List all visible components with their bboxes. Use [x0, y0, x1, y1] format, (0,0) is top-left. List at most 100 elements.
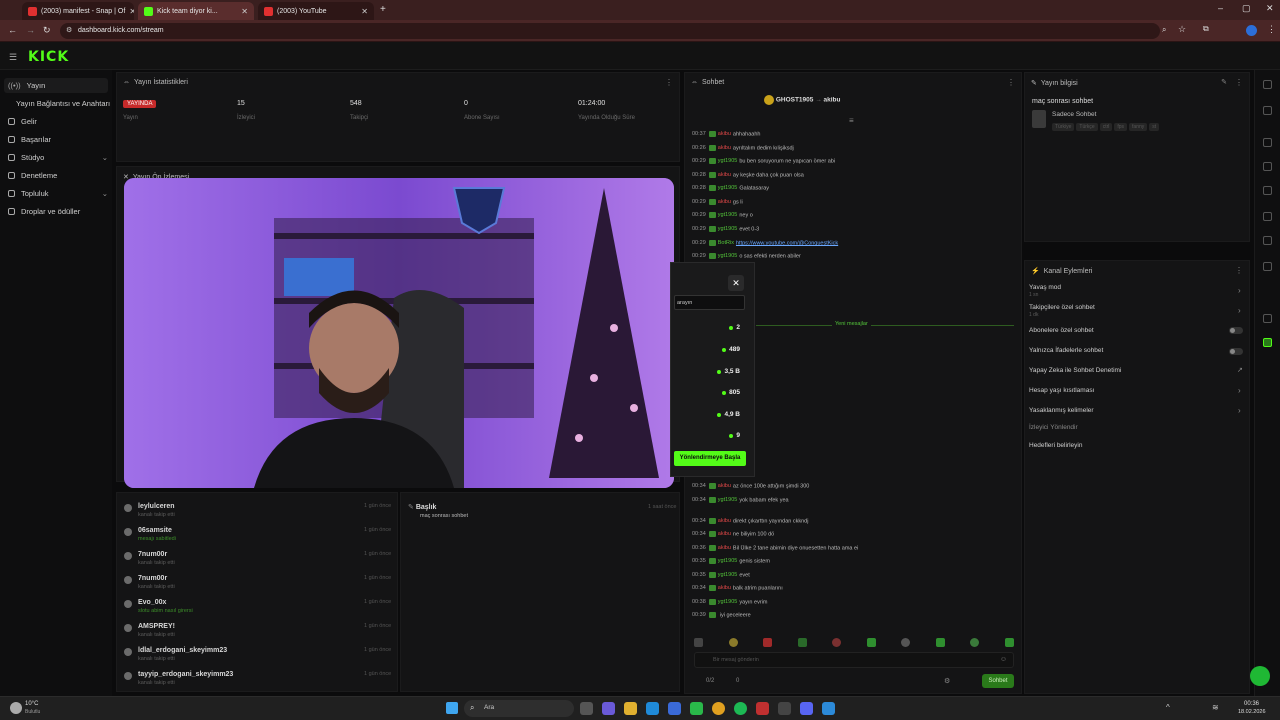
chevron-right-icon[interactable]: ›: [1238, 406, 1241, 415]
kick-logo[interactable]: KICK: [28, 49, 69, 65]
emote-icon[interactable]: [832, 638, 842, 647]
external-link-icon[interactable]: ↗: [1237, 366, 1243, 374]
raid-search-input[interactable]: arayın: [674, 295, 745, 310]
raid-row[interactable]: 489: [722, 346, 740, 353]
minimize-icon[interactable]: –: [1218, 3, 1223, 13]
tool-icon[interactable]: [1263, 262, 1272, 271]
emote-only-toggle[interactable]: [1229, 348, 1243, 355]
file-explorer-icon[interactable]: [624, 702, 637, 715]
emote-icon[interactable]: [935, 638, 945, 647]
raid-row[interactable]: 805: [722, 389, 740, 396]
extensions-icon[interactable]: ⧉: [1203, 24, 1209, 34]
tool-icon[interactable]: [1263, 138, 1272, 147]
stream-video[interactable]: [124, 178, 674, 488]
chat-input[interactable]: Bir mesaj gönderin ☺: [694, 652, 1014, 668]
tool-icon[interactable]: [1263, 162, 1272, 171]
taskbar-search[interactable]: ⌕ Ara: [464, 700, 574, 717]
tab-kick[interactable]: Kick team diyor ki... ✕: [138, 2, 254, 20]
emote-icon[interactable]: [970, 638, 980, 647]
edge-icon[interactable]: [646, 702, 659, 715]
whatsapp-icon[interactable]: [690, 702, 703, 715]
terminal-icon[interactable]: [778, 702, 791, 715]
slow-mode-item[interactable]: Yavaş mod 1 sn: [1029, 284, 1061, 298]
tab-youtube[interactable]: (2003) YouTube ✕: [258, 2, 374, 20]
close-icon[interactable]: ✕: [361, 7, 368, 16]
emote-icon[interactable]: [1004, 638, 1014, 647]
ai-moderation-item[interactable]: Yapay Zeka ile Sohbet Denetimi: [1029, 367, 1121, 374]
tray-chevron-icon[interactable]: ^: [1166, 703, 1170, 712]
store-icon[interactable]: [668, 702, 681, 715]
forward-icon[interactable]: →: [26, 25, 35, 35]
raid-row[interactable]: 2: [729, 324, 740, 331]
raid-row[interactable]: 9: [729, 432, 740, 439]
sidebar-item-studio[interactable]: Stüdyo ⌄: [8, 150, 108, 165]
sidebar-item-community[interactable]: Topluluk ⌄: [8, 186, 108, 201]
app-icon[interactable]: [756, 702, 769, 715]
start-button-icon[interactable]: [446, 702, 458, 714]
more-icon[interactable]: ⋮: [1235, 266, 1243, 275]
back-icon[interactable]: ←: [8, 25, 17, 35]
site-info-icon[interactable]: ⚙: [66, 26, 72, 34]
close-icon[interactable]: ✕: [129, 7, 134, 16]
clock-time[interactable]: 00:36: [1244, 701, 1259, 707]
more-icon[interactable]: ⋮: [1007, 78, 1015, 87]
spotify-icon[interactable]: [734, 702, 747, 715]
close-icon[interactable]: ✕: [241, 7, 248, 16]
menu-icon[interactable]: ⋮: [1267, 24, 1276, 35]
tool-icon[interactable]: [1263, 212, 1272, 221]
followers-only-item[interactable]: Takipçilere özel sohbet 1 dk: [1029, 304, 1095, 318]
sidebar-item-drops[interactable]: Droplar ve ödüller: [8, 204, 80, 219]
discord-icon[interactable]: [800, 702, 813, 715]
send-chat-button[interactable]: Sohbet: [982, 674, 1014, 688]
raid-item[interactable]: İzleyici Yönlendir: [1029, 424, 1078, 431]
banned-words-item[interactable]: Yasaklanmış kelimeler: [1029, 407, 1094, 414]
close-icon[interactable]: ✕: [728, 275, 744, 291]
tool-icon[interactable]: [1263, 338, 1272, 347]
url-field[interactable]: dashboard.kick.com/stream: [60, 23, 1160, 39]
start-raid-button[interactable]: Yönlendirmeye Başla: [674, 451, 746, 466]
tool-icon[interactable]: [1263, 314, 1272, 323]
edit-icon[interactable]: ✎: [1221, 78, 1227, 86]
clock-date[interactable]: 18.02.2026: [1238, 709, 1266, 715]
raid-row[interactable]: 4,9 B: [717, 411, 740, 418]
account-age-item[interactable]: Hesap yaşı kısıtlaması: [1029, 387, 1094, 394]
emote-icon[interactable]: [763, 638, 773, 647]
tool-icon[interactable]: [1263, 80, 1272, 89]
raid-row[interactable]: 3,5 B: [717, 368, 740, 375]
emoji-icon[interactable]: ☺: [1000, 656, 1007, 663]
tool-icon[interactable]: [1263, 106, 1272, 115]
chevron-right-icon[interactable]: ›: [1238, 306, 1241, 315]
settings-icon[interactable]: ⚙: [944, 677, 950, 685]
sidebar-item-achievements[interactable]: Başarılar: [8, 132, 51, 147]
tab-snap[interactable]: (2003) manifest - Snap | Of ✕: [22, 2, 134, 20]
close-window-icon[interactable]: ✕: [1266, 3, 1274, 14]
sidebar-item-moderation[interactable]: Denetleme: [8, 168, 57, 183]
emote-icon[interactable]: [866, 638, 876, 647]
emote-icon[interactable]: [728, 638, 738, 647]
emote-icon[interactable]: [901, 638, 911, 647]
more-icon[interactable]: ⋮: [665, 78, 673, 87]
chevron-right-icon[interactable]: ›: [1238, 386, 1241, 395]
profile-avatar[interactable]: [1246, 25, 1257, 36]
zoom-icon[interactable]: ⌕: [1162, 25, 1166, 35]
emote-icon[interactable]: [694, 638, 703, 647]
subscribers-only-toggle[interactable]: [1229, 327, 1243, 334]
sidebar-item-stream-key[interactable]: Yayın Bağlantısı ve Anahtarı: [16, 96, 110, 111]
chevron-right-icon[interactable]: ›: [1238, 286, 1241, 295]
copilot-icon[interactable]: [602, 702, 615, 715]
sidebar-item-revenue[interactable]: Gelir: [8, 114, 37, 129]
chrome-icon[interactable]: [712, 702, 725, 715]
maximize-icon[interactable]: ▢: [1242, 3, 1251, 14]
collapse-icon[interactable]: ≡: [849, 116, 854, 125]
goals-item[interactable]: Hedefleri belirleyin: [1029, 442, 1082, 449]
emote-icon[interactable]: [797, 638, 807, 647]
wifi-icon[interactable]: ≋: [1212, 703, 1219, 712]
sidebar-item-broadcast[interactable]: ((•)) Yayın: [4, 78, 108, 93]
tool-icon[interactable]: [1263, 236, 1272, 245]
menu-toggle-icon[interactable]: ☰: [9, 52, 17, 63]
reload-icon[interactable]: ↻: [43, 25, 51, 36]
tool-icon[interactable]: [1263, 186, 1272, 195]
bookmark-star-icon[interactable]: ☆: [1178, 24, 1186, 35]
app-icon[interactable]: [822, 702, 835, 715]
task-view-icon[interactable]: [580, 702, 593, 715]
